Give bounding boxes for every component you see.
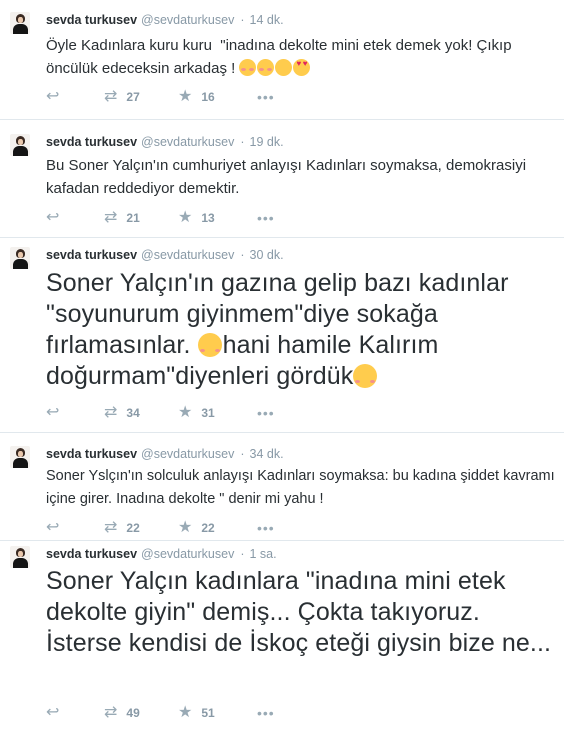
tweet-text: Bu Soner Yalçın'ın cumhuriyet anlayışı K… <box>46 157 531 197</box>
retweet-icon: ⇄ <box>104 209 118 226</box>
favorite-count: 22 <box>201 521 215 535</box>
star-icon: ★ <box>178 404 193 421</box>
user-name[interactable]: sevda turkusev <box>46 135 137 149</box>
timestamp[interactable]: 34 dk. <box>250 447 284 461</box>
reply-arrow-icon: ↩ <box>46 209 60 226</box>
user-name[interactable]: sevda turkusev <box>46 13 137 27</box>
timestamp[interactable]: 30 dk. <box>250 248 284 262</box>
tweet-text: Soner Yalçın'ın gazına gelip bazı kadınl… <box>46 268 556 392</box>
tweet-text: Soner Yslçın'ın solculuk anlayışı Kadınl… <box>46 468 559 507</box>
favorite-button[interactable]: ★ 16 <box>178 88 215 106</box>
more-dots-icon: ••• <box>257 89 275 105</box>
favorite-count: 51 <box>201 706 215 720</box>
user-handle[interactable]: @sevdaturkusev <box>141 447 234 461</box>
retweet-button[interactable]: ⇄ 22 <box>104 519 140 537</box>
reply-arrow-icon: ↩ <box>46 704 60 721</box>
avatar[interactable] <box>10 446 30 468</box>
retweet-icon: ⇄ <box>104 404 118 421</box>
user-handle[interactable]: @sevdaturkusev <box>141 13 234 27</box>
timestamp[interactable]: 1 sa. <box>250 547 277 561</box>
smiling-face-icon <box>239 59 257 76</box>
tweet-header: sevda turkusev @sevdaturkusev · 14 dk. <box>46 12 284 28</box>
user-name[interactable]: sevda turkusev <box>46 447 137 461</box>
timestamp[interactable]: 14 dk. <box>250 13 284 27</box>
separator: · <box>240 248 245 262</box>
avatar[interactable] <box>10 247 30 269</box>
separator: · <box>240 447 245 461</box>
user-handle[interactable]: @sevdaturkusev <box>141 135 234 149</box>
separator: · <box>240 13 245 27</box>
retweet-count: 21 <box>126 211 140 225</box>
star-icon: ★ <box>178 88 193 105</box>
favorite-count: 16 <box>201 90 215 104</box>
star-icon: ★ <box>178 519 193 536</box>
more-button[interactable]: ••• <box>257 209 275 227</box>
retweet-button[interactable]: ⇄ 34 <box>104 404 140 422</box>
retweet-icon: ⇄ <box>104 519 118 536</box>
avatar[interactable] <box>10 134 30 156</box>
retweet-button[interactable]: ⇄ 49 <box>104 704 140 722</box>
divider <box>0 540 564 541</box>
retweet-button[interactable]: ⇄ 27 <box>104 88 140 106</box>
star-icon: ★ <box>178 209 193 226</box>
separator: · <box>240 135 245 149</box>
reply-arrow-icon: ↩ <box>46 404 60 421</box>
smiling-face-icon <box>197 333 222 357</box>
more-button[interactable]: ••• <box>257 704 275 722</box>
retweet-icon: ⇄ <box>104 704 118 721</box>
tweet-header: sevda turkusev @sevdaturkusev · 34 dk. <box>46 446 284 462</box>
retweet-count: 22 <box>126 521 140 535</box>
user-name[interactable]: sevda turkusev <box>46 547 137 561</box>
tweet-text: Öyle Kadınlara kuru kuru "inadına dekolt… <box>46 34 556 80</box>
reply-button[interactable]: ↩ <box>46 519 59 537</box>
avatar[interactable] <box>10 546 30 568</box>
user-handle[interactable]: @sevdaturkusev <box>141 248 234 262</box>
more-dots-icon: ••• <box>257 520 275 536</box>
more-button[interactable]: ••• <box>257 519 275 537</box>
retweet-button[interactable]: ⇄ 21 <box>104 209 140 227</box>
reply-button[interactable]: ↩ <box>46 209 59 227</box>
more-dots-icon: ••• <box>257 210 275 226</box>
heart-eyes-face-icon <box>293 59 311 76</box>
more-dots-icon: ••• <box>257 705 275 721</box>
favorite-button[interactable]: ★ 31 <box>178 404 215 422</box>
more-button[interactable]: ••• <box>257 88 275 106</box>
favorite-button[interactable]: ★ 22 <box>178 519 215 537</box>
reply-button[interactable]: ↩ <box>46 88 59 106</box>
divider <box>0 237 564 238</box>
star-icon: ★ <box>178 704 193 721</box>
favorite-count: 13 <box>201 211 215 225</box>
more-dots-icon: ••• <box>257 405 275 421</box>
tweet-text: Soner Yalçın kadınlara "inadına mini ete… <box>46 567 552 657</box>
retweet-count: 34 <box>126 406 140 420</box>
tweet-header: sevda turkusev @sevdaturkusev · 30 dk. <box>46 247 284 263</box>
favorite-count: 31 <box>201 406 215 420</box>
retweet-count: 27 <box>126 90 140 104</box>
smiling-face-icon <box>257 59 275 76</box>
tweet-header: sevda turkusev @sevdaturkusev · 1 sa. <box>46 546 277 562</box>
retweet-count: 49 <box>126 706 140 720</box>
relieved-face-icon <box>275 59 293 76</box>
favorite-button[interactable]: ★ 51 <box>178 704 215 722</box>
reply-button[interactable]: ↩ <box>46 704 59 722</box>
tweet-header: sevda turkusev @sevdaturkusev · 19 dk. <box>46 134 284 150</box>
smiling-face-icon <box>353 364 378 388</box>
favorite-button[interactable]: ★ 13 <box>178 209 215 227</box>
more-button[interactable]: ••• <box>257 404 275 422</box>
reply-arrow-icon: ↩ <box>46 519 60 536</box>
divider <box>0 432 564 433</box>
timestamp[interactable]: 19 dk. <box>250 135 284 149</box>
reply-arrow-icon: ↩ <box>46 88 60 105</box>
user-name[interactable]: sevda turkusev <box>46 248 137 262</box>
avatar[interactable] <box>10 12 30 34</box>
retweet-icon: ⇄ <box>104 88 118 105</box>
separator: · <box>240 547 245 561</box>
divider <box>0 119 564 120</box>
reply-button[interactable]: ↩ <box>46 404 59 422</box>
user-handle[interactable]: @sevdaturkusev <box>141 547 234 561</box>
